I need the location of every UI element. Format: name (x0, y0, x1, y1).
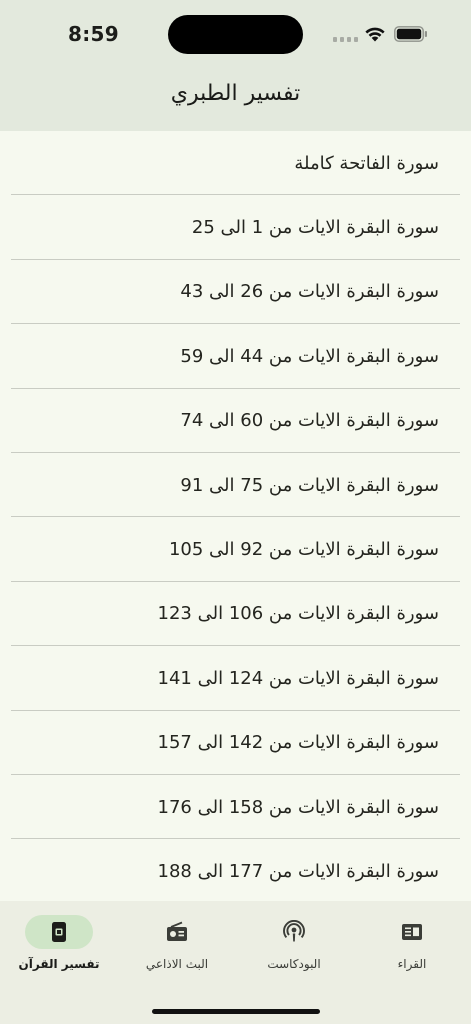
list-item[interactable]: سورة البقرة الايات من 158 الى 176 (0, 775, 471, 840)
list-item[interactable]: سورة البقرة الايات من 75 الى 91 (0, 453, 471, 518)
app-screen: 8:59 تفسير الطبري سورة الفاتحة كاملة سورة… (0, 0, 471, 1024)
list-item-label: سورة البقرة الايات من 177 الى 188 (157, 860, 439, 882)
list-item[interactable]: سورة البقرة الايات من 124 الى 141 (0, 646, 471, 711)
list-item[interactable]: سورة البقرة الايات من 142 الى 157 (0, 711, 471, 776)
list-item[interactable]: سورة البقرة الايات من 60 الى 74 (0, 389, 471, 454)
tab-active-indicator (25, 915, 93, 949)
tab-reciters[interactable]: القراء (353, 915, 471, 971)
list-item[interactable]: سورة البقرة الايات من 44 الى 59 (0, 324, 471, 389)
podcast-icon (283, 920, 305, 942)
top-bar: 8:59 تفسير الطبري (0, 0, 471, 131)
list-item-label: سورة البقرة الايات من 26 الى 43 (180, 281, 439, 303)
list-item-label: سورة البقرة الايات من 106 الى 123 (157, 603, 439, 625)
home-indicator (152, 1009, 320, 1014)
list-item-label: سورة البقرة الايات من 158 الى 176 (157, 796, 439, 818)
page-title: تفسير الطبري (170, 81, 301, 106)
list-item[interactable]: سورة البقرة الايات من 177 الى 188 (0, 839, 471, 903)
cellular-signal-icon (333, 37, 358, 42)
tab-radio[interactable]: البث الاذاعي (118, 915, 236, 971)
book-icon (52, 922, 66, 942)
list-item-label: سورة البقرة الايات من 124 الى 141 (157, 667, 439, 689)
tab-bar: تفسير القرآن البث الاذاعي البودكاست القر… (0, 901, 471, 1024)
status-time: 8:59 (68, 22, 119, 46)
tab-tafsir[interactable]: تفسير القرآن (0, 915, 118, 971)
tab-label: البودكاست (267, 957, 321, 971)
list-item-label: سورة البقرة الايات من 1 الى 25 (191, 217, 439, 239)
list-item-label: سورة الفاتحة كاملة (294, 152, 439, 174)
tab-label: البث الاذاعي (145, 957, 209, 971)
battery-icon (394, 26, 427, 42)
surah-list: سورة الفاتحة كاملة سورة البقرة الايات من … (0, 131, 471, 904)
radio-icon (167, 921, 187, 941)
list-item[interactable]: سورة الفاتحة كاملة (0, 131, 471, 196)
tab-podcast[interactable]: البودكاست (235, 915, 353, 971)
list-item-label: سورة البقرة الايات من 142 الى 157 (157, 732, 439, 754)
list-item[interactable]: سورة البقرة الايات من 26 الى 43 (0, 260, 471, 325)
list-item[interactable]: سورة البقرة الايات من 106 الى 123 (0, 582, 471, 647)
list-item-label: سورة البقرة الايات من 75 الى 91 (180, 474, 439, 496)
list-item[interactable]: سورة البقرة الايات من 92 الى 105 (0, 517, 471, 583)
reciters-icon (402, 924, 422, 940)
wifi-icon (365, 27, 385, 42)
dynamic-island (168, 15, 303, 54)
list-item-label: سورة البقرة الايات من 60 الى 74 (180, 410, 439, 432)
tab-label: تفسير القرآن (18, 957, 100, 971)
list-item-label: سورة البقرة الايات من 92 الى 105 (168, 539, 439, 561)
list-item-label: سورة البقرة الايات من 44 الى 59 (180, 345, 439, 367)
list-item[interactable]: سورة البقرة الايات من 1 الى 25 (0, 195, 471, 261)
tab-label: القراء (397, 957, 427, 971)
